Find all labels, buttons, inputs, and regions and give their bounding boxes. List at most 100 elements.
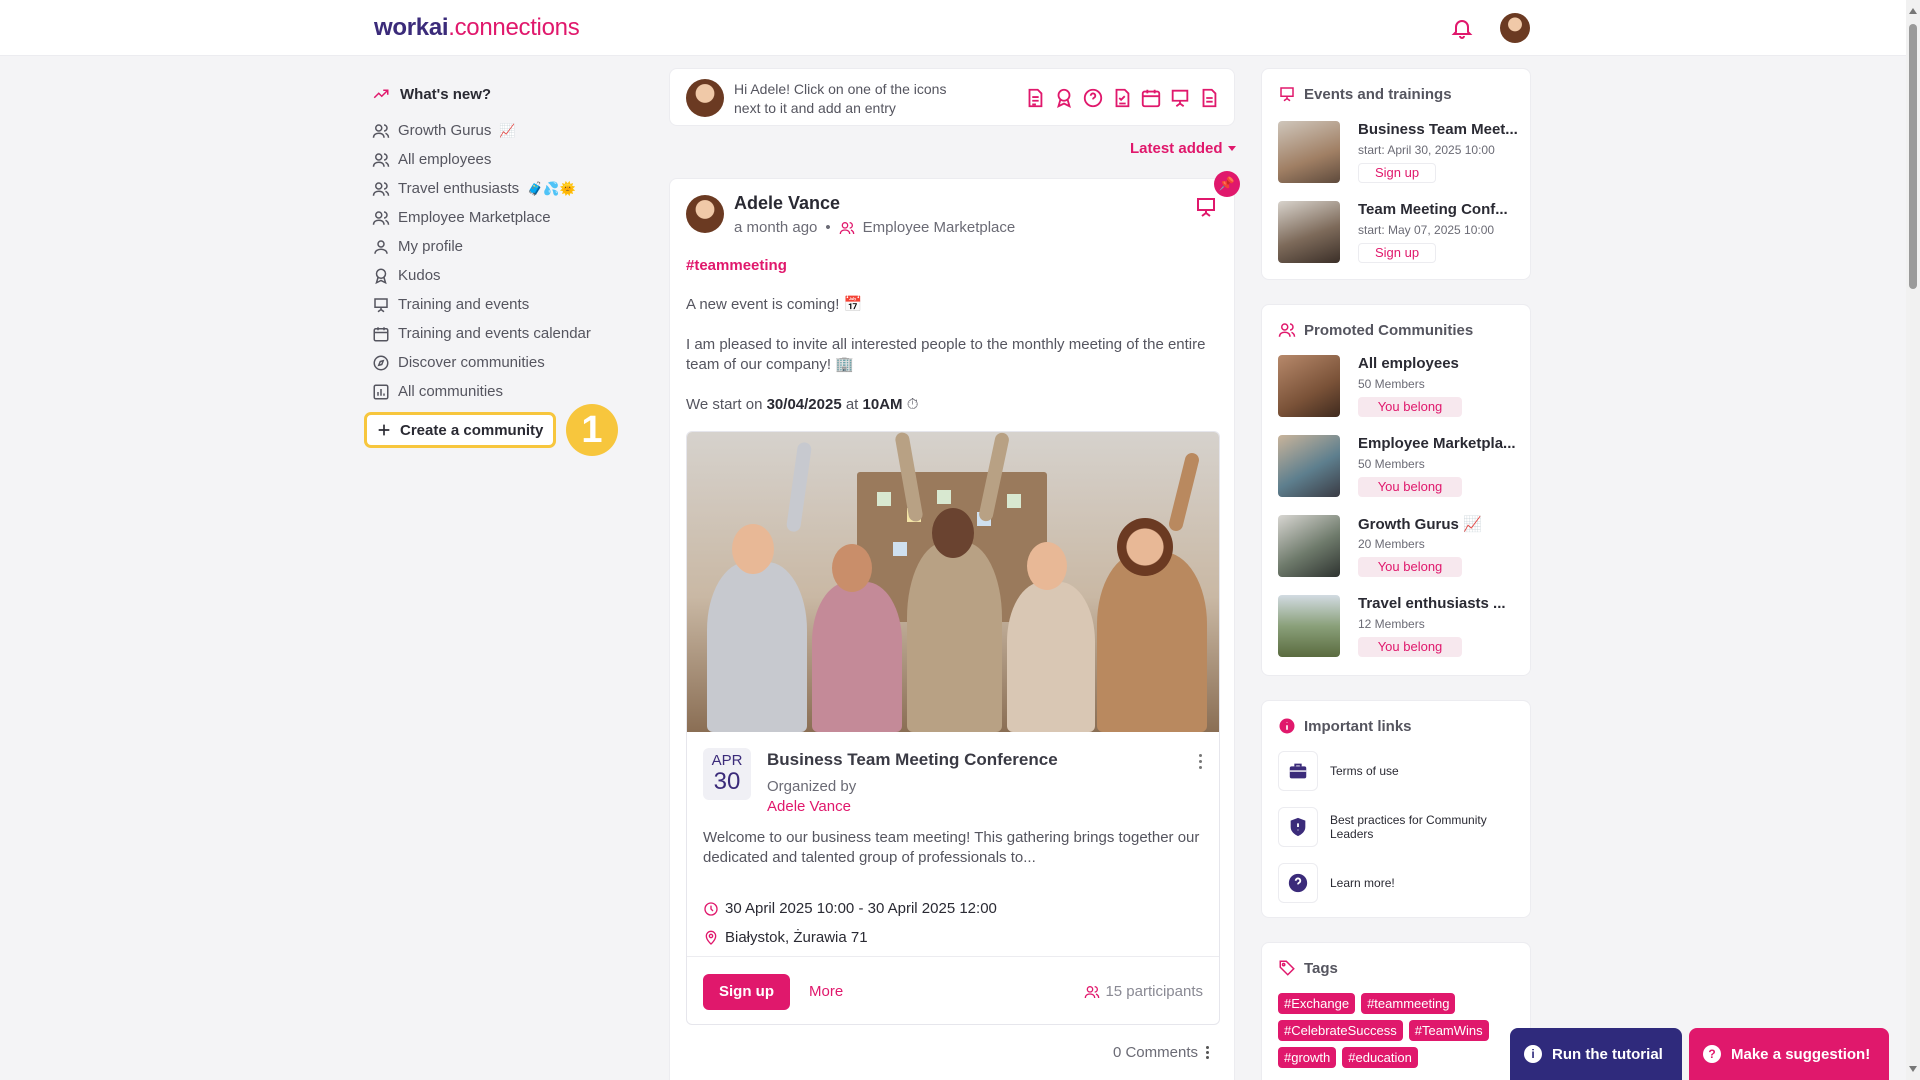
tag-chip[interactable]: #education: [1342, 1047, 1418, 1068]
sidebar-item-my-profile[interactable]: My profile: [372, 232, 632, 261]
sidebar-item-whats-new[interactable]: What's new?: [372, 80, 632, 108]
participants-count: 15 participants: [1105, 983, 1203, 1000]
document-icon[interactable]: [1198, 87, 1220, 109]
link-learn-more[interactable]: Learn more!: [1278, 863, 1518, 903]
sidebar-item-events-calendar[interactable]: Training and events calendar: [372, 319, 632, 348]
event-organized-by: Organized by: [767, 778, 857, 795]
community-members: 20 Members: [1358, 537, 1425, 551]
link-terms-of-use[interactable]: Terms of use: [1278, 751, 1518, 791]
post-time: a month ago: [734, 219, 818, 236]
sort-dropdown[interactable]: Latest added: [1130, 140, 1236, 157]
tag-icon: [1279, 960, 1295, 976]
run-tutorial-button[interactable]: i Run the tutorial: [1510, 1028, 1682, 1080]
tag-chip[interactable]: #TeamWins: [1408, 1020, 1489, 1041]
tags-list: #Exchange #teammeeting #CelebrateSuccess…: [1278, 993, 1518, 1068]
community-title[interactable]: All employees: [1358, 355, 1518, 372]
event-photo[interactable]: [687, 432, 1219, 732]
event-item-title[interactable]: Team Meeting Conf...: [1358, 201, 1518, 218]
bell-icon[interactable]: [1450, 16, 1474, 40]
event-item-title[interactable]: Business Team Meet...: [1358, 121, 1518, 138]
community-status-badge: You belong: [1358, 477, 1462, 497]
event-when: 30 April 2025 10:00 - 30 April 2025 12:0…: [725, 900, 997, 917]
event-more-options-icon[interactable]: [1199, 754, 1203, 770]
event-participants[interactable]: 15 participants: [1084, 983, 1203, 1000]
event-thumbnail[interactable]: [1278, 121, 1340, 183]
tag-chip[interactable]: #growth: [1278, 1047, 1337, 1068]
post-community-link[interactable]: Employee Marketplace: [863, 219, 1016, 236]
sidebar-item-growth-gurus[interactable]: Growth Gurus 📈: [372, 116, 632, 145]
sidebar-item-all-employees[interactable]: All employees: [372, 145, 632, 174]
tag-chip[interactable]: #CelebrateSuccess: [1278, 1020, 1403, 1041]
card-title: Promoted Communities: [1278, 321, 1473, 339]
event-signup-chip[interactable]: Sign up: [1358, 163, 1437, 183]
person-figure: [1097, 552, 1207, 732]
scroll-up-arrow-icon[interactable]: [1909, 8, 1917, 14]
event-organizer-link[interactable]: Adele Vance: [767, 798, 851, 815]
poll-icon[interactable]: [1111, 87, 1133, 109]
community-thumbnail[interactable]: [1278, 435, 1340, 497]
event-signup-chip[interactable]: Sign up: [1358, 243, 1437, 263]
event-thumbnail[interactable]: [1278, 201, 1340, 263]
kudos-icon[interactable]: [1053, 87, 1075, 109]
link-label: Learn more!: [1330, 876, 1395, 890]
community-thumbnail[interactable]: [1278, 515, 1340, 577]
start-date: 30/04/2025: [766, 396, 842, 413]
scroll-down-arrow-icon[interactable]: [1909, 1066, 1917, 1072]
sidebar-item-label: All employees: [398, 151, 492, 168]
user-avatar[interactable]: [1500, 13, 1530, 43]
event-signup-button[interactable]: Sign up: [703, 974, 790, 1010]
event-date-badge: APR 30: [703, 748, 751, 800]
article-icon[interactable]: [1024, 87, 1046, 109]
location-pin-icon: [705, 930, 717, 945]
person-figure: [707, 562, 807, 732]
tutorial-step-marker: 1: [566, 404, 618, 456]
events-card-title: Events and trainings: [1304, 85, 1452, 103]
post-author-avatar[interactable]: [686, 195, 724, 233]
card-title: Events and trainings: [1278, 85, 1452, 103]
app-logo[interactable]: workai.connections: [374, 14, 580, 42]
comments-row[interactable]: 0 Comments: [1113, 1044, 1210, 1061]
tag-chip[interactable]: #Exchange: [1278, 993, 1356, 1014]
event-description: Welcome to our business team meeting! Th…: [703, 829, 1200, 866]
comments-count: 0 Comments: [1112, 1044, 1198, 1061]
post-hashtag[interactable]: #teammeeting: [686, 257, 787, 274]
community-thumbnail[interactable]: [1278, 355, 1340, 417]
event-title[interactable]: Business Team Meeting Conference: [767, 750, 1058, 770]
event-where: Białystok, Żurawia 71: [725, 929, 868, 946]
event-month: APR: [711, 752, 743, 769]
community-thumbnail[interactable]: [1278, 595, 1340, 657]
compass-icon: [373, 355, 389, 370]
community-title[interactable]: Employee Marketpla...: [1358, 435, 1518, 452]
presentation-icon: [374, 297, 388, 312]
composer-avatar: [686, 79, 724, 117]
event-more-button[interactable]: More: [809, 983, 843, 1000]
person-head: [932, 508, 974, 558]
feed-post: 📌 Adele Vance a month ago • Employee Mar…: [669, 171, 1240, 1080]
create-community-button[interactable]: Create a community: [364, 412, 556, 448]
info-icon: i: [1524, 1045, 1542, 1063]
composer-prompt: Hi Adele! Click on one of the icons next…: [734, 81, 947, 116]
training-icon[interactable]: [1169, 87, 1191, 109]
community-title[interactable]: Growth Gurus 📈: [1358, 515, 1518, 533]
question-icon[interactable]: [1082, 87, 1104, 109]
help-icon: ?: [1703, 1045, 1721, 1063]
event-calendar-icon[interactable]: [1140, 87, 1162, 109]
make-suggestion-button[interactable]: ? Make a suggestion!: [1689, 1028, 1889, 1080]
link-best-practices[interactable]: Best practices for Community Leaders: [1278, 807, 1518, 847]
event-location-row: Białystok, Żurawia 71: [703, 929, 868, 946]
community-title[interactable]: Travel enthusiasts ...: [1358, 595, 1518, 612]
post-author-name[interactable]: Adele Vance: [734, 193, 840, 214]
sidebar-item-kudos[interactable]: Kudos: [372, 261, 632, 290]
sidebar-item-discover-communities[interactable]: Discover communities: [372, 348, 632, 377]
page-scrollbar[interactable]: [1906, 0, 1920, 1080]
person-head: [732, 524, 774, 574]
sidebar-nav: What's new? Growth Gurus 📈 All employees …: [364, 80, 632, 456]
community-members: 50 Members: [1358, 377, 1425, 391]
sidebar-item-employee-marketplace[interactable]: Employee Marketplace: [372, 203, 632, 232]
comments-options-icon[interactable]: [1206, 1046, 1210, 1059]
sidebar-item-travel-enthusiasts[interactable]: Travel enthusiasts 🧳💦🌞: [372, 174, 632, 203]
tag-chip[interactable]: #teammeeting: [1361, 993, 1456, 1014]
sidebar-item-training-events[interactable]: Training and events: [372, 290, 632, 319]
sidebar-item-all-communities[interactable]: All communities: [372, 377, 632, 406]
scroll-thumb[interactable]: [1909, 24, 1917, 289]
